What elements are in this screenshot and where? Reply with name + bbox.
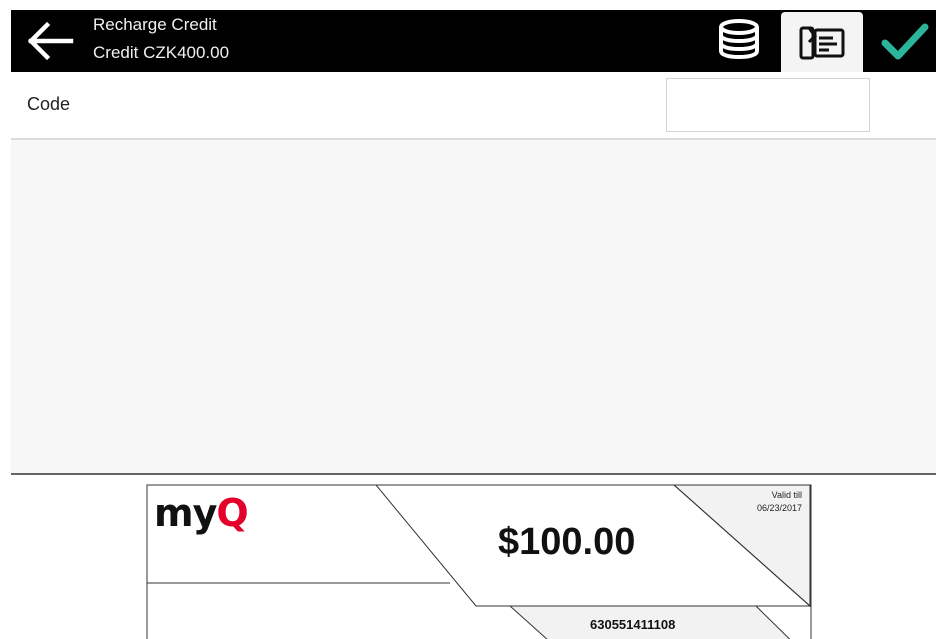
voucher-serial-number: 630551411108	[590, 617, 676, 632]
page-title: Recharge Credit	[93, 15, 217, 34]
arrow-left-icon	[27, 21, 74, 61]
back-button[interactable]	[21, 18, 79, 64]
recharge-method-coins-button[interactable]	[711, 14, 767, 68]
code-field-row: Code	[11, 72, 936, 140]
voucher-card: myQ $100.00 Valid till 06/23/2017 630551…	[138, 477, 820, 639]
logo-q: Q	[216, 491, 248, 535]
confirm-button[interactable]	[877, 14, 933, 68]
code-input[interactable]	[666, 78, 870, 132]
terminal-screen: Recharge Credit Credit CZK400.00 Code	[11, 10, 936, 475]
coins-stack-icon	[719, 19, 759, 60]
header-titles: Recharge Credit Credit CZK400.00	[93, 14, 229, 64]
valid-till-label: Valid till	[771, 490, 802, 500]
recharge-method-voucher-tab[interactable]	[781, 12, 863, 72]
logo-my: my	[154, 491, 217, 535]
voucher-amount: $100.00	[498, 521, 636, 563]
screen-divider	[11, 473, 936, 475]
header-bar: Recharge Credit Credit CZK400.00	[11, 10, 936, 72]
check-icon	[881, 23, 929, 60]
code-label: Code	[27, 94, 71, 114]
valid-till-date: 06/23/2017	[756, 503, 802, 513]
voucher-card-icon	[799, 26, 845, 60]
credit-balance: Credit CZK400.00	[93, 43, 230, 62]
myq-logo: myQ	[154, 491, 249, 535]
